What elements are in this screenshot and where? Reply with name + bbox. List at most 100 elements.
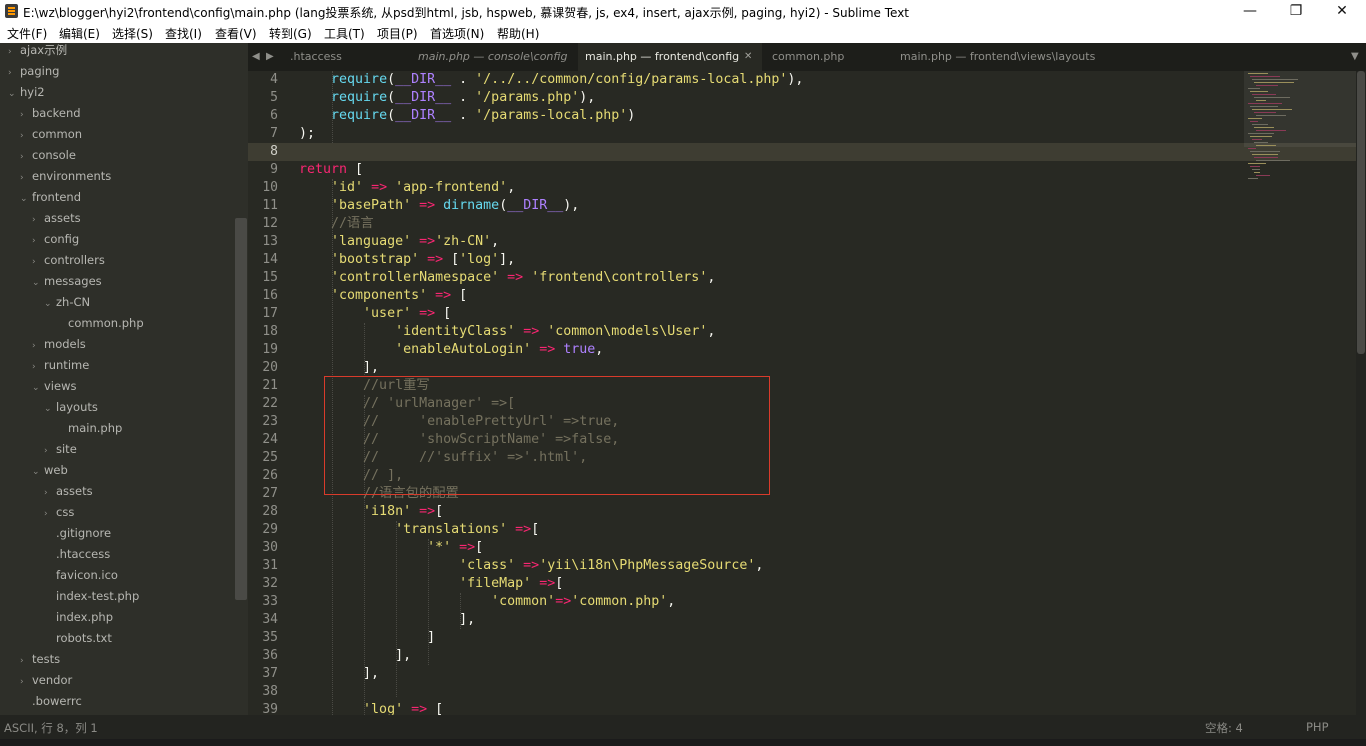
chevron-down-icon: ⌄ <box>32 383 40 393</box>
line-number: 13 <box>262 234 278 249</box>
minimap[interactable] <box>1244 71 1356 181</box>
menu-help[interactable]: 帮助(H) <box>497 25 539 42</box>
sublime-app-icon <box>5 4 18 18</box>
menu-edit[interactable]: 编辑(E) <box>59 25 100 42</box>
sidebar-item[interactable]: .htaccess <box>44 544 110 565</box>
sidebar-item[interactable]: › assets <box>32 208 81 229</box>
editor-scrollbar-thumb[interactable] <box>1357 71 1365 354</box>
code-editor[interactable]: 4 5 6 7 8 9 10 11 12 13 14 15 16 17 18 19 20 21 22 23 24 25 26… <box>248 71 1356 715</box>
line-number: 24 <box>262 432 278 447</box>
menu-tools[interactable]: 工具(T) <box>324 25 365 42</box>
sidebar-item-label: favicon.ico <box>56 568 118 582</box>
tab-overflow-icon[interactable]: ▼ <box>1351 43 1359 71</box>
sidebar-item[interactable]: ⌄ views <box>32 376 76 397</box>
tab-htaccess[interactable]: .htaccess <box>282 43 412 71</box>
sidebar-item-label: common.php <box>68 316 144 330</box>
chevron-right-icon: › <box>8 47 12 57</box>
sidebar-item[interactable]: › config <box>32 229 79 250</box>
status-cursor-position[interactable]: ASCII, 行 8，列 1 <box>4 720 98 736</box>
code-line: ], <box>299 648 412 663</box>
sidebar-item[interactable]: index.php <box>44 607 113 628</box>
sidebar-item[interactable]: ⌄ web <box>32 460 68 481</box>
sidebar: › ajax示例 › paging ⌄ hyi2 › backend › common › conso… <box>0 43 248 715</box>
sidebar-scrollbar[interactable] <box>235 218 247 600</box>
sidebar-item-label: zh-CN <box>56 295 91 309</box>
chevron-right-icon: › <box>44 509 48 519</box>
menu-find[interactable]: 查找(I) <box>165 25 202 42</box>
menu-view[interactable]: 查看(V) <box>215 25 257 42</box>
line-number: 9 <box>270 162 278 177</box>
sidebar-item[interactable]: › ajax示例 <box>8 43 67 61</box>
sidebar-item[interactable]: › models <box>32 334 86 355</box>
close-button[interactable]: ✕ <box>1319 0 1365 23</box>
tab-common[interactable]: common.php <box>762 43 892 71</box>
line-number: 7 <box>270 126 278 141</box>
tab-label: main.php — frontend\config <box>585 50 740 63</box>
code-line: ); <box>299 126 316 141</box>
tab-label: main.php — console\config <box>418 50 568 63</box>
sidebar-item[interactable]: ⌄ zh-CN <box>44 292 90 313</box>
chevron-right-icon: › <box>20 131 24 141</box>
sidebar-item[interactable]: › site <box>44 439 77 460</box>
tab-console-main[interactable]: main.php — console\config <box>412 43 578 71</box>
line-number: 20 <box>262 360 278 375</box>
sidebar-item[interactable]: ⌄ layouts <box>44 397 98 418</box>
tab-nav-left-icon[interactable]: ◀ <box>252 43 260 71</box>
tab-frontend-main[interactable]: main.php — frontend\config ✕ <box>578 43 762 71</box>
sidebar-item[interactable]: › tests <box>20 649 60 670</box>
status-syntax[interactable]: PHP <box>1306 720 1329 734</box>
sidebar-item[interactable]: › vendor <box>20 670 72 691</box>
sidebar-item[interactable]: › common <box>20 124 82 145</box>
code-line: 'identityClass' => 'common\models\User', <box>395 324 716 339</box>
sidebar-item[interactable]: .gitignore <box>44 523 111 544</box>
menu-preferences[interactable]: 首选项(N) <box>430 25 484 42</box>
line-number: 6 <box>270 108 278 123</box>
sidebar-item[interactable]: › paging <box>8 61 59 82</box>
code-line: 'enableAutoLogin' => true, <box>395 342 604 357</box>
line-number-gutter: 4 5 6 7 8 9 10 11 12 13 14 15 16 17 18 19 20 21 22 23 24 25 26… <box>248 71 288 715</box>
menu-file[interactable]: 文件(F) <box>7 25 47 42</box>
sidebar-item[interactable]: › css <box>44 502 74 523</box>
sidebar-item[interactable]: › environments <box>20 166 111 187</box>
line-number: 16 <box>262 288 278 303</box>
code-line: // //'suffix' =>'.html', <box>363 450 588 465</box>
sidebar-item-label: models <box>44 337 86 351</box>
sidebar-item[interactable]: robots.txt <box>44 628 112 649</box>
window-title: E:\wz\blogger\hyi2\frontend\config\main.… <box>23 6 910 20</box>
menu-selection[interactable]: 选择(S) <box>112 25 153 42</box>
sidebar-item[interactable]: common.php <box>56 313 144 334</box>
menu-project[interactable]: 项目(P) <box>377 25 418 42</box>
sidebar-item[interactable]: index-test.php <box>44 586 139 607</box>
tab-layouts-main[interactable]: main.php — frontend\views\layouts <box>892 43 1112 71</box>
editor-scrollbar[interactable] <box>1356 71 1366 715</box>
tab-close-icon[interactable]: ✕ <box>744 43 752 71</box>
status-indentation[interactable]: 空格: 4 <box>1205 720 1243 736</box>
sidebar-item[interactable]: ⌄ frontend <box>20 187 81 208</box>
tab-nav-right-icon[interactable]: ▶ <box>266 43 274 71</box>
code-line: 'translations' =>[ <box>395 522 540 537</box>
menu-goto[interactable]: 转到(G) <box>269 25 312 42</box>
sidebar-item-label: ajax示例 <box>20 43 68 57</box>
code-line: 'common'=>'common.php', <box>491 594 676 609</box>
chevron-right-icon: › <box>20 110 24 120</box>
chevron-right-icon: › <box>32 257 36 267</box>
status-bar: ASCII, 行 8，列 1 空格: 4 PHP <box>0 715 1366 739</box>
sidebar-item-label: web <box>44 463 68 477</box>
sidebar-item[interactable]: › console <box>20 145 76 166</box>
sidebar-item[interactable]: .bowerrc <box>20 691 82 712</box>
sidebar-item[interactable]: › backend <box>20 103 81 124</box>
sidebar-item[interactable]: › controllers <box>32 250 105 271</box>
code-line: // 'showScriptName' =>false, <box>363 432 620 447</box>
sidebar-item[interactable]: › runtime <box>32 355 89 376</box>
sidebar-item[interactable]: ⌄ messages <box>32 271 102 292</box>
chevron-right-icon: › <box>32 215 36 225</box>
maximize-button[interactable]: ❐ <box>1273 0 1319 23</box>
sidebar-item[interactable]: favicon.ico <box>44 565 118 586</box>
minimize-button[interactable]: — <box>1227 0 1273 23</box>
sidebar-item[interactable]: main.php <box>56 418 122 439</box>
sidebar-item[interactable]: › assets <box>44 481 93 502</box>
code-line: // ], <box>363 468 404 483</box>
sidebar-item[interactable]: ⌄ hyi2 <box>8 82 45 103</box>
chevron-right-icon: › <box>32 362 36 372</box>
menu-bar: 文件(F) 编辑(E) 选择(S) 查找(I) 查看(V) 转到(G) 工具(T… <box>0 23 1366 43</box>
